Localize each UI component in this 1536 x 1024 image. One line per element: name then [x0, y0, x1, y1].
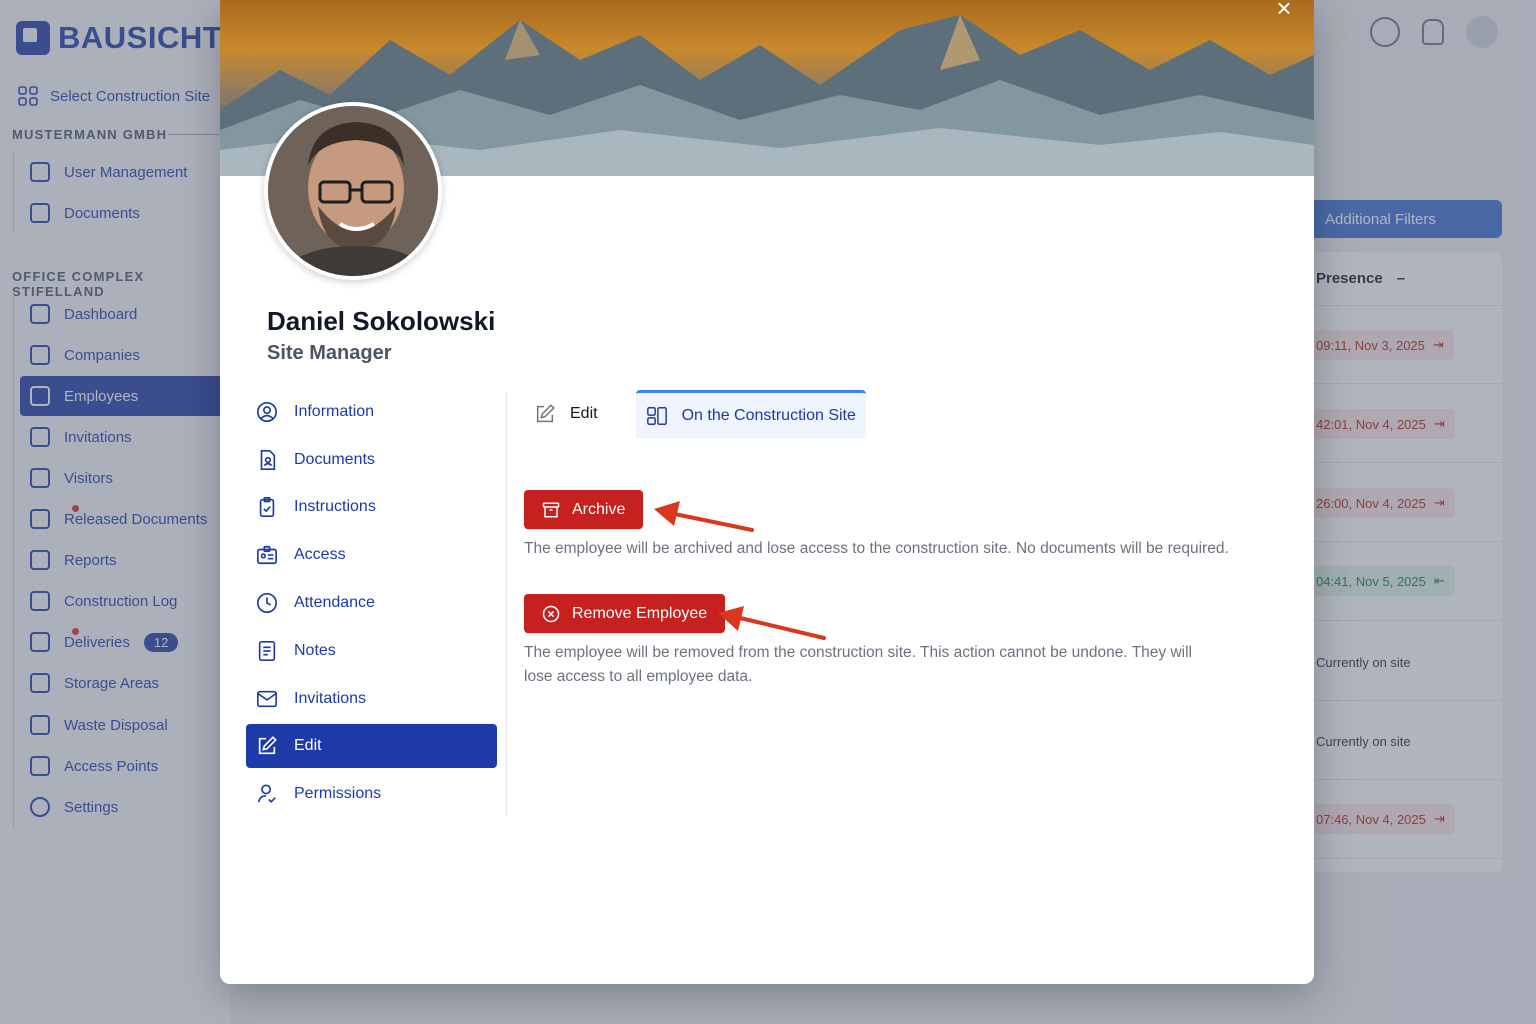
menu-access[interactable]: Access	[246, 533, 497, 577]
person-portrait	[268, 106, 438, 276]
edit-icon	[258, 736, 277, 755]
menu-notes[interactable]: Notes	[246, 629, 497, 673]
menu-information[interactable]: Information	[246, 390, 497, 434]
archive-button-label: Archive	[572, 500, 626, 518]
clipboard-check-icon	[259, 497, 275, 517]
tab-on-construction-site[interactable]: On the Construction Site	[635, 390, 866, 438]
id-badge-icon	[257, 545, 277, 565]
close-circle-icon	[542, 605, 560, 622]
archive-box-icon	[542, 502, 560, 517]
archive-description: The employee will be archived and lose a…	[524, 540, 1229, 557]
site-layout-icon	[646, 406, 667, 425]
menu-instructions[interactable]: Instructions	[246, 485, 497, 529]
menu-invitations[interactable]: Invitations	[246, 677, 497, 721]
tab-label: On the Construction Site	[681, 406, 856, 424]
annotation-arrow	[654, 501, 754, 532]
clock-icon	[257, 593, 277, 613]
menu-label: Attendance	[294, 594, 375, 611]
employee-name: Daniel Sokolowski	[267, 306, 496, 336]
menu-documents[interactable]: Documents	[246, 438, 497, 482]
menu-label: Information	[294, 403, 375, 420]
tab-edit[interactable]: Edit	[524, 390, 608, 438]
employee-profile-modal: × Daniel Sokolowski Site Manager Informa…	[220, 0, 1314, 984]
menu-label: Instructions	[294, 498, 376, 515]
menu-label: Permissions	[294, 785, 382, 802]
content-divider	[506, 392, 507, 816]
menu-label: Edit	[294, 737, 322, 754]
remove-employee-label: Remove Employee	[572, 604, 708, 622]
user-circle-icon	[257, 402, 277, 422]
remove-employee-button[interactable]: Remove Employee	[524, 594, 726, 633]
menu-attendance[interactable]: Attendance	[246, 581, 497, 625]
menu-label: Documents	[294, 451, 375, 468]
archive-button[interactable]: Archive	[524, 490, 644, 529]
profile-photo	[264, 102, 442, 280]
menu-permissions[interactable]: Permissions	[246, 772, 497, 816]
menu-label: Access	[294, 546, 346, 563]
edit-tabs: Edit On the Construction Site	[524, 390, 866, 438]
menu-label: Invitations	[294, 690, 367, 707]
remove-description-line: The employee will be removed from the co…	[524, 644, 1192, 661]
remove-description: The employee will be removed from the co…	[524, 641, 1192, 689]
tab-label: Edit	[570, 405, 598, 422]
menu-label: Notes	[294, 642, 336, 659]
edit-icon	[536, 404, 555, 423]
remove-description-line: lose access to all employee data.	[524, 668, 753, 685]
mail-icon	[257, 690, 277, 708]
user-check-icon	[257, 784, 276, 803]
close-modal-button[interactable]: ×	[1270, 0, 1298, 22]
employee-role: Site Manager	[267, 342, 392, 364]
annotation-arrow	[718, 606, 826, 640]
menu-edit[interactable]: Edit	[246, 724, 497, 768]
document-user-icon	[260, 450, 276, 470]
note-icon	[258, 641, 276, 661]
